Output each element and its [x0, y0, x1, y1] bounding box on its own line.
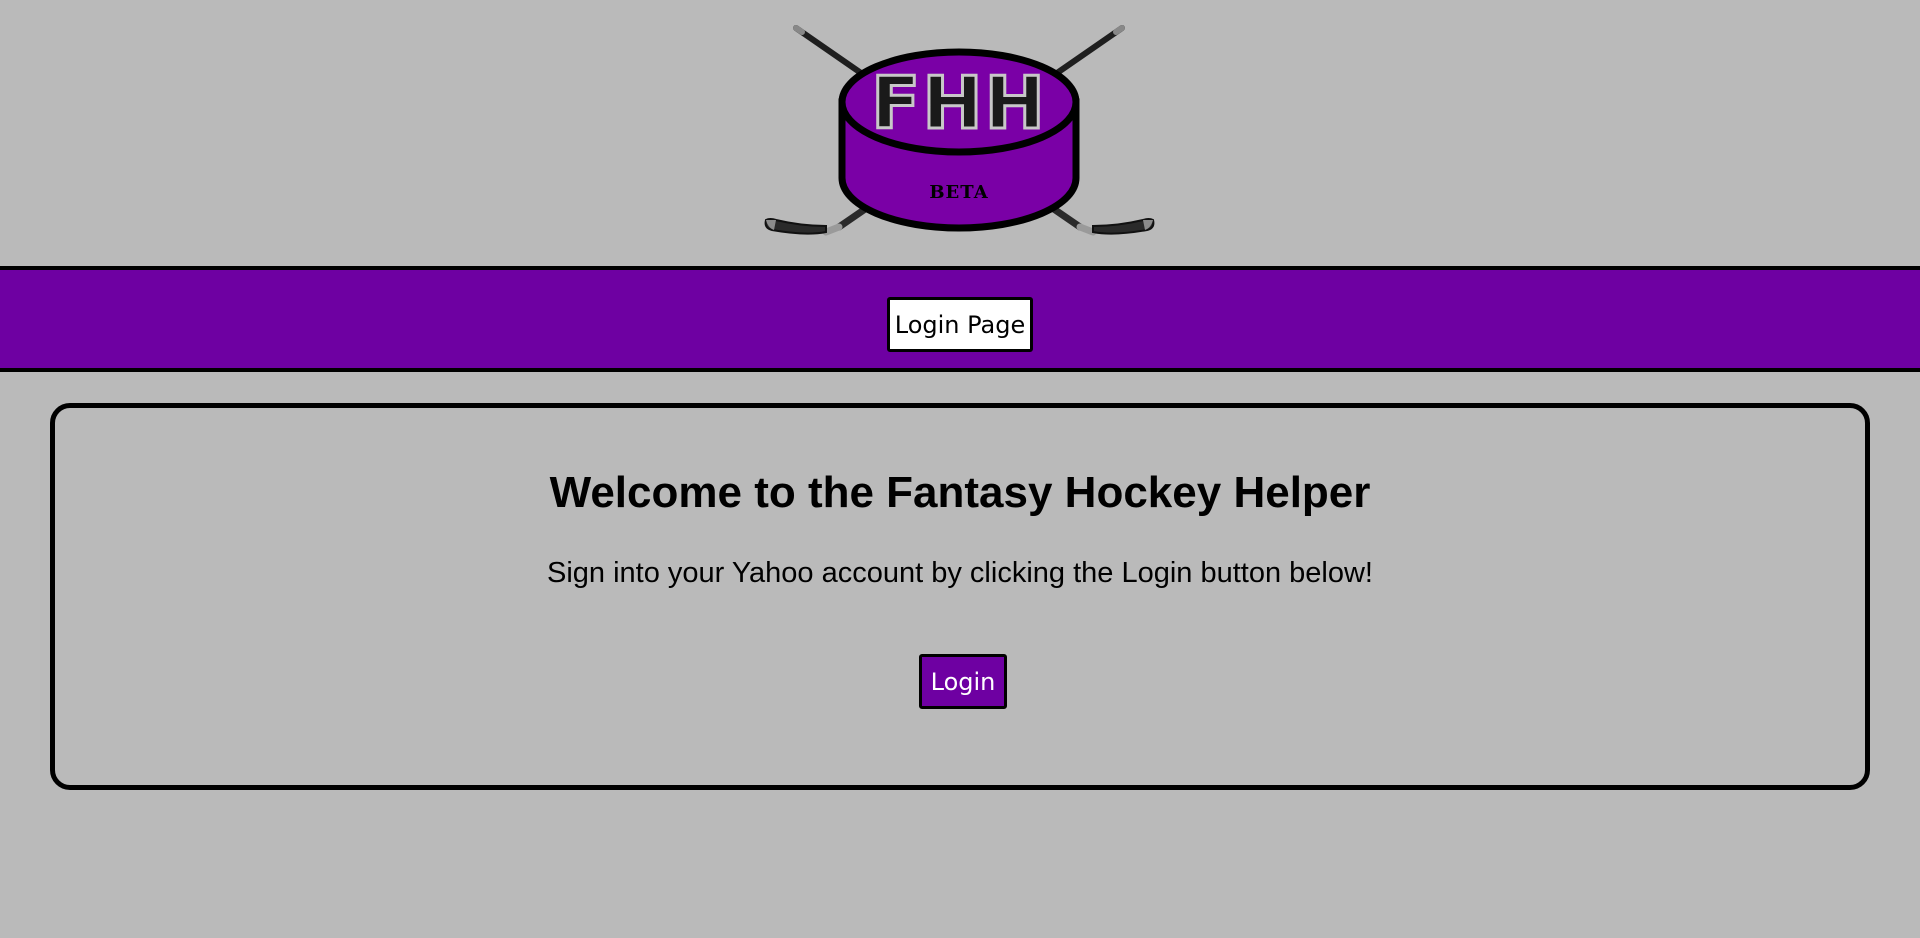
page-title: Welcome to the Fantasy Hockey Helper: [549, 468, 1371, 517]
login-button[interactable]: Login: [919, 654, 1007, 709]
instructions-text: Sign into your Yahoo account by clicking…: [547, 557, 1373, 589]
beta-label: BETA: [929, 182, 988, 203]
login-page-button[interactable]: Login Page: [887, 297, 1033, 352]
header-logo-area: FHH BETA: [0, 0, 1920, 266]
nav-bar: Login Page: [0, 266, 1920, 372]
welcome-panel: Welcome to the Fantasy Hockey Helper Sig…: [50, 403, 1870, 790]
fhh-logo: FHH BETA: [764, 25, 1155, 236]
logo-letters: FHH: [871, 61, 1047, 145]
hockey-puck-icon: FHH BETA: [838, 48, 1080, 232]
